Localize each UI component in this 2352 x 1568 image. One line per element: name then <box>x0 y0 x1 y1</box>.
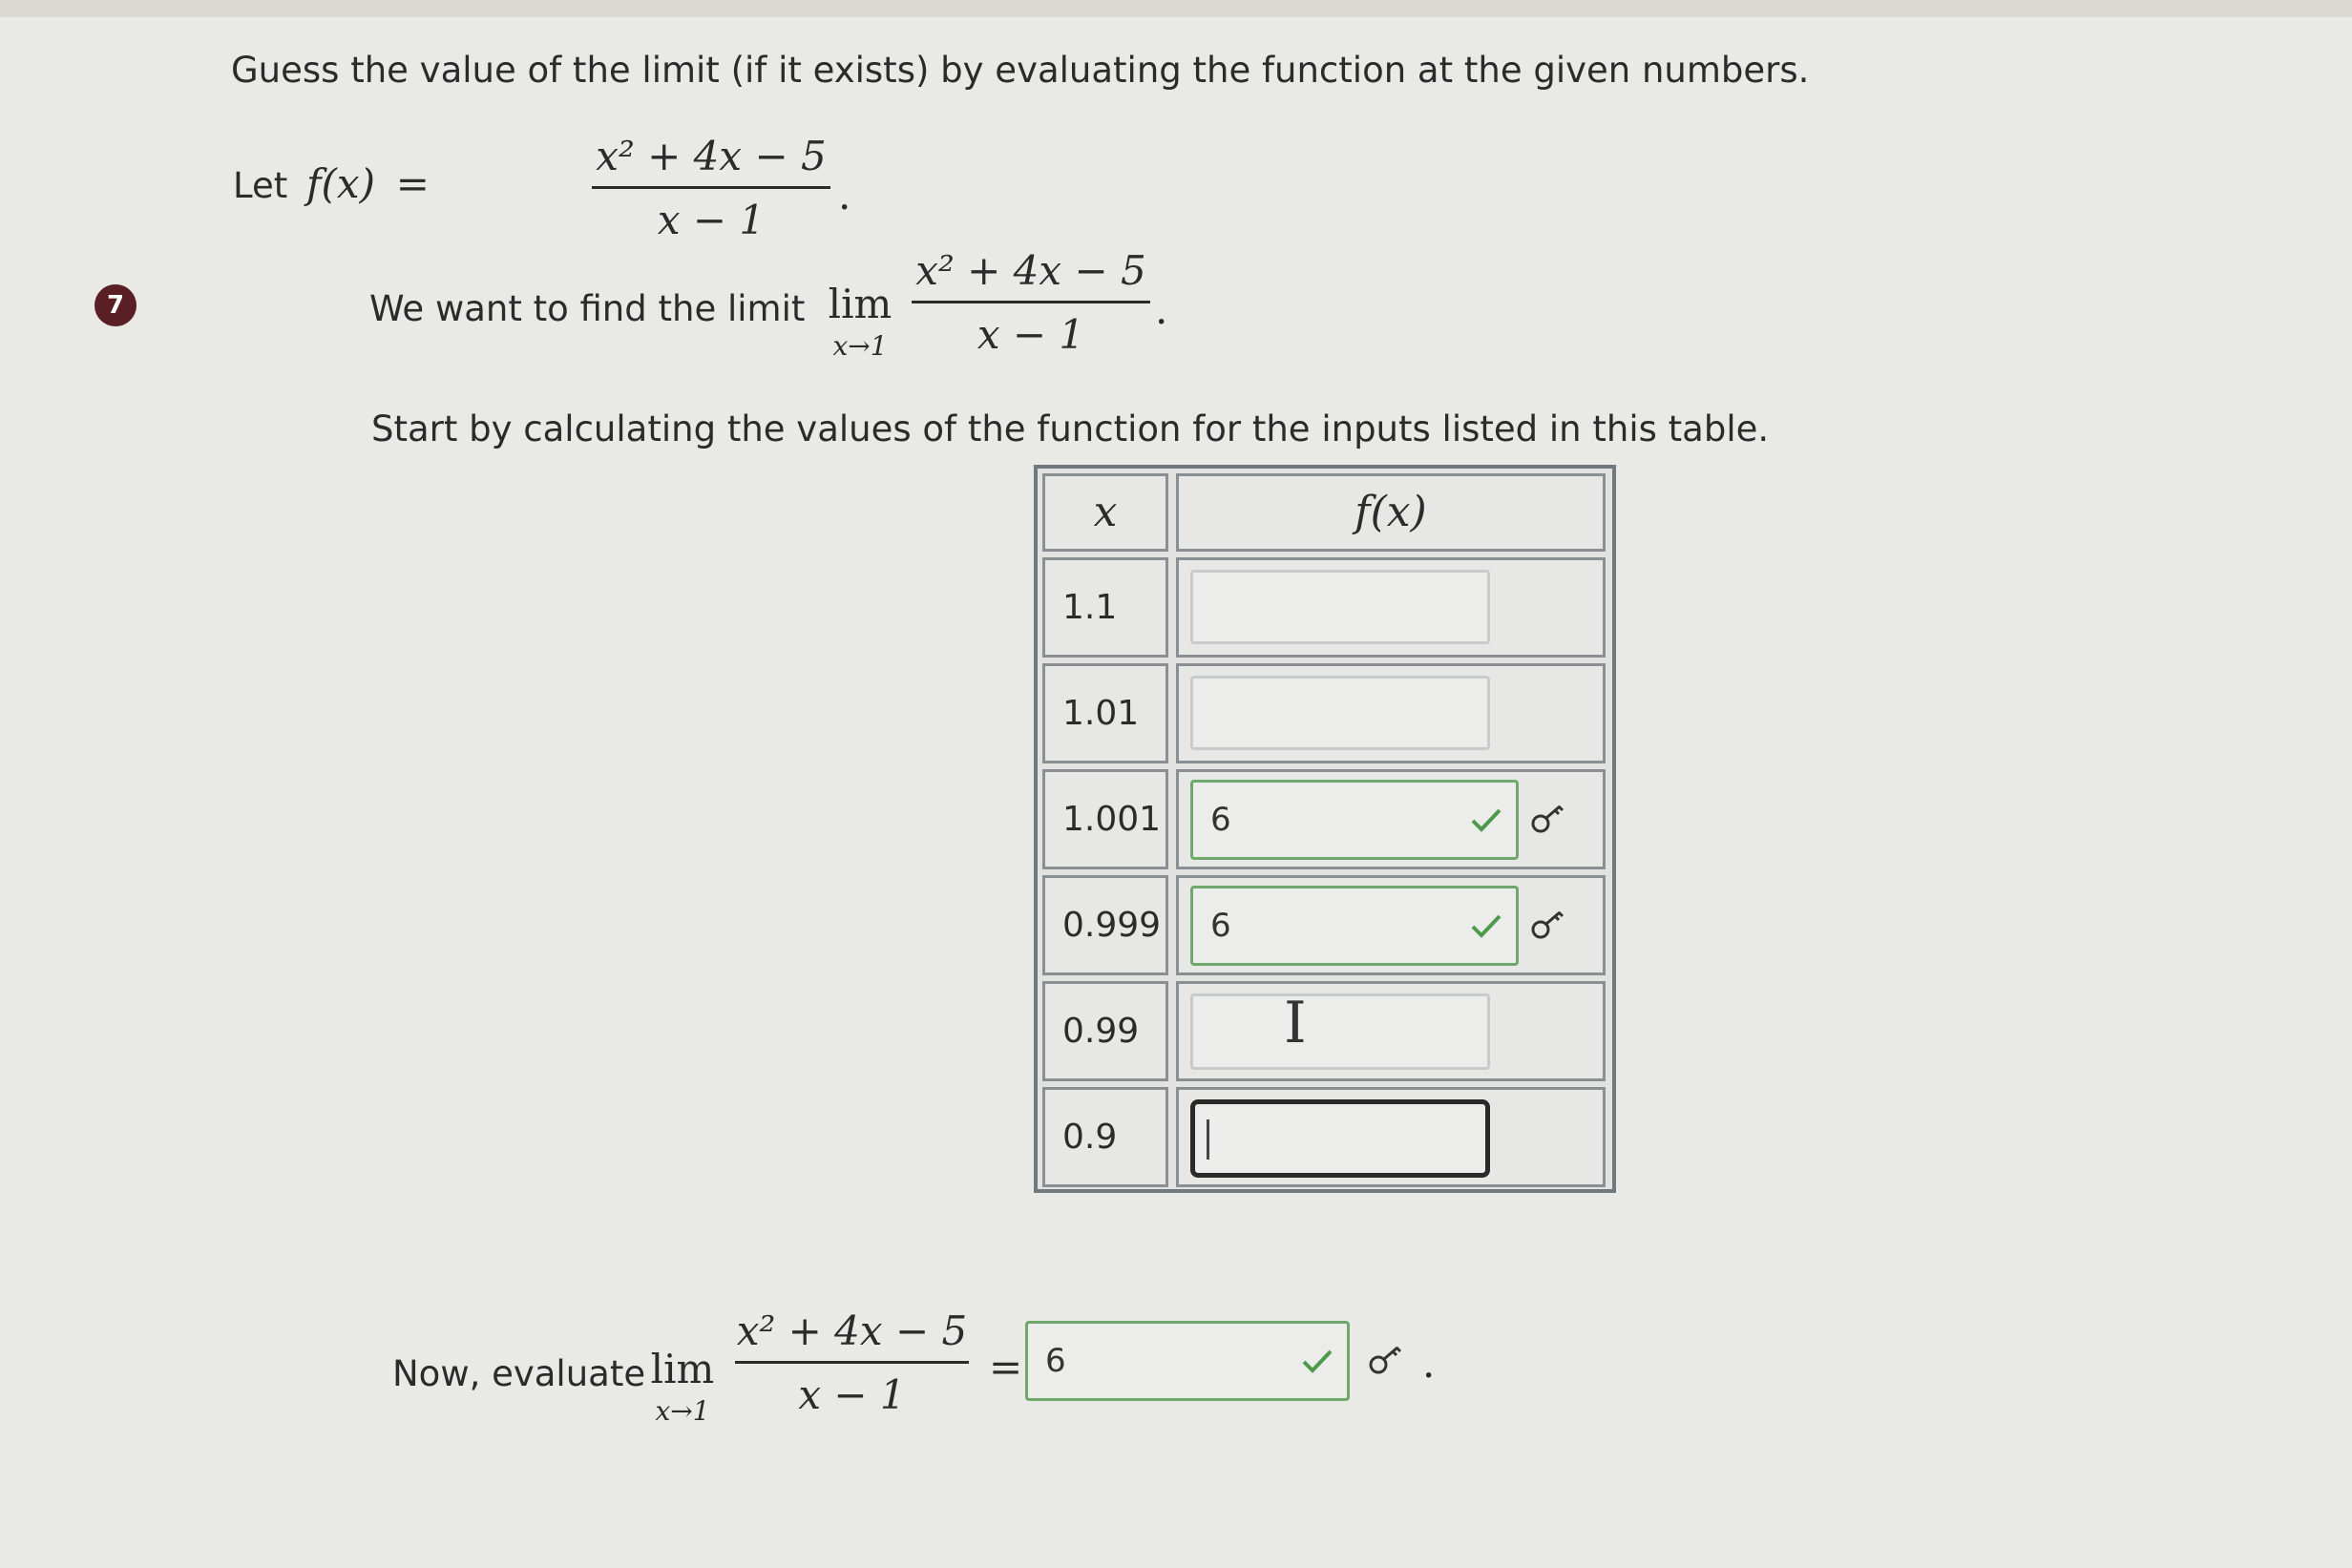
limit-numerator: x² + 4x − 5 <box>915 247 1146 294</box>
table-row-value-cell: I <box>1176 981 1606 1081</box>
table-header-x: x <box>1042 473 1168 552</box>
input-caret <box>1207 1119 1209 1160</box>
table-row-x: 1.1 <box>1042 557 1168 658</box>
text-cursor-icon: I <box>1284 990 1307 1056</box>
equals-sign-2: = <box>989 1344 1023 1390</box>
instruction-text: Guess the value of the limit (if it exis… <box>231 50 1810 91</box>
evaluate-fraction: x² + 4x − 5 x − 1 <box>735 1311 969 1415</box>
equals-sign-1: = <box>395 160 430 207</box>
let-line: Let f(x) = <box>233 160 430 207</box>
answer-input-0-99[interactable] <box>1190 993 1490 1070</box>
limit-fraction: x² + 4x − 5 x − 1 <box>912 251 1150 355</box>
answer-input-0-999[interactable]: 6 <box>1190 886 1519 966</box>
final-answer-value: 6 <box>1045 1342 1066 1380</box>
table-row-value-cell: 6 <box>1176 769 1606 869</box>
check-icon <box>1302 1349 1333 1373</box>
table-row-x: 0.9 <box>1042 1087 1168 1187</box>
start-text: Start by calculating the values of the f… <box>371 408 1770 449</box>
lim-word: lim <box>650 1346 715 1392</box>
final-answer-input[interactable]: 6 <box>1025 1321 1350 1401</box>
fx-label: f(x) <box>306 160 376 207</box>
find-text: We want to find the limit <box>369 288 806 329</box>
top-band <box>0 0 2352 17</box>
table-row-x: 1.01 <box>1042 663 1168 763</box>
limit-operator-2: lim x→1 <box>649 1346 716 1428</box>
table-row-x: 0.999 <box>1042 875 1168 975</box>
table-row-value-cell: 6 <box>1176 875 1606 975</box>
table-row-value-cell <box>1176 557 1606 658</box>
question-number-badge: 7 <box>94 284 136 326</box>
key-icon[interactable] <box>1529 801 1567 839</box>
key-icon[interactable] <box>1367 1342 1405 1380</box>
answer-value: 6 <box>1210 907 1231 945</box>
definition-denominator: x − 1 <box>657 197 766 243</box>
answer-input-1-001[interactable]: 6 <box>1190 780 1519 860</box>
table-row-x: 1.001 <box>1042 769 1168 869</box>
answer-input-1-01[interactable] <box>1190 676 1490 750</box>
definition-fraction: x² + 4x − 5 x − 1 <box>592 136 830 240</box>
check-icon <box>1471 808 1502 832</box>
definition-period: . <box>838 172 851 219</box>
key-icon[interactable] <box>1529 907 1567 945</box>
table-row-x: 0.99 <box>1042 981 1168 1081</box>
limit-operator-1: lim x→1 <box>827 281 893 363</box>
table-row-value-cell <box>1176 1087 1606 1187</box>
table-row-value-cell <box>1176 663 1606 763</box>
final-period: . <box>1422 1340 1436 1387</box>
lim-word: lim <box>828 281 892 327</box>
limit-denominator: x − 1 <box>976 311 1085 358</box>
evaluate-denominator: x − 1 <box>798 1371 906 1418</box>
check-icon <box>1471 914 1502 938</box>
answer-input-1-1[interactable] <box>1190 570 1490 644</box>
lim-subscript: x→1 <box>832 330 888 362</box>
lim-subscript: x→1 <box>655 1395 710 1427</box>
answer-input-0-9[interactable] <box>1190 1099 1490 1178</box>
let-label: Let <box>233 165 288 206</box>
answer-value: 6 <box>1210 801 1231 839</box>
table-header-fx: f(x) <box>1176 473 1606 552</box>
evaluate-text: Now, evaluate <box>392 1353 646 1394</box>
limit-period: . <box>1155 286 1168 333</box>
values-table: x f(x) 1.1 1.01 1.001 6 0.999 6 0.99 I 0… <box>1034 465 1616 1193</box>
definition-numerator: x² + 4x − 5 <box>596 133 827 179</box>
evaluate-numerator: x² + 4x − 5 <box>736 1307 968 1354</box>
